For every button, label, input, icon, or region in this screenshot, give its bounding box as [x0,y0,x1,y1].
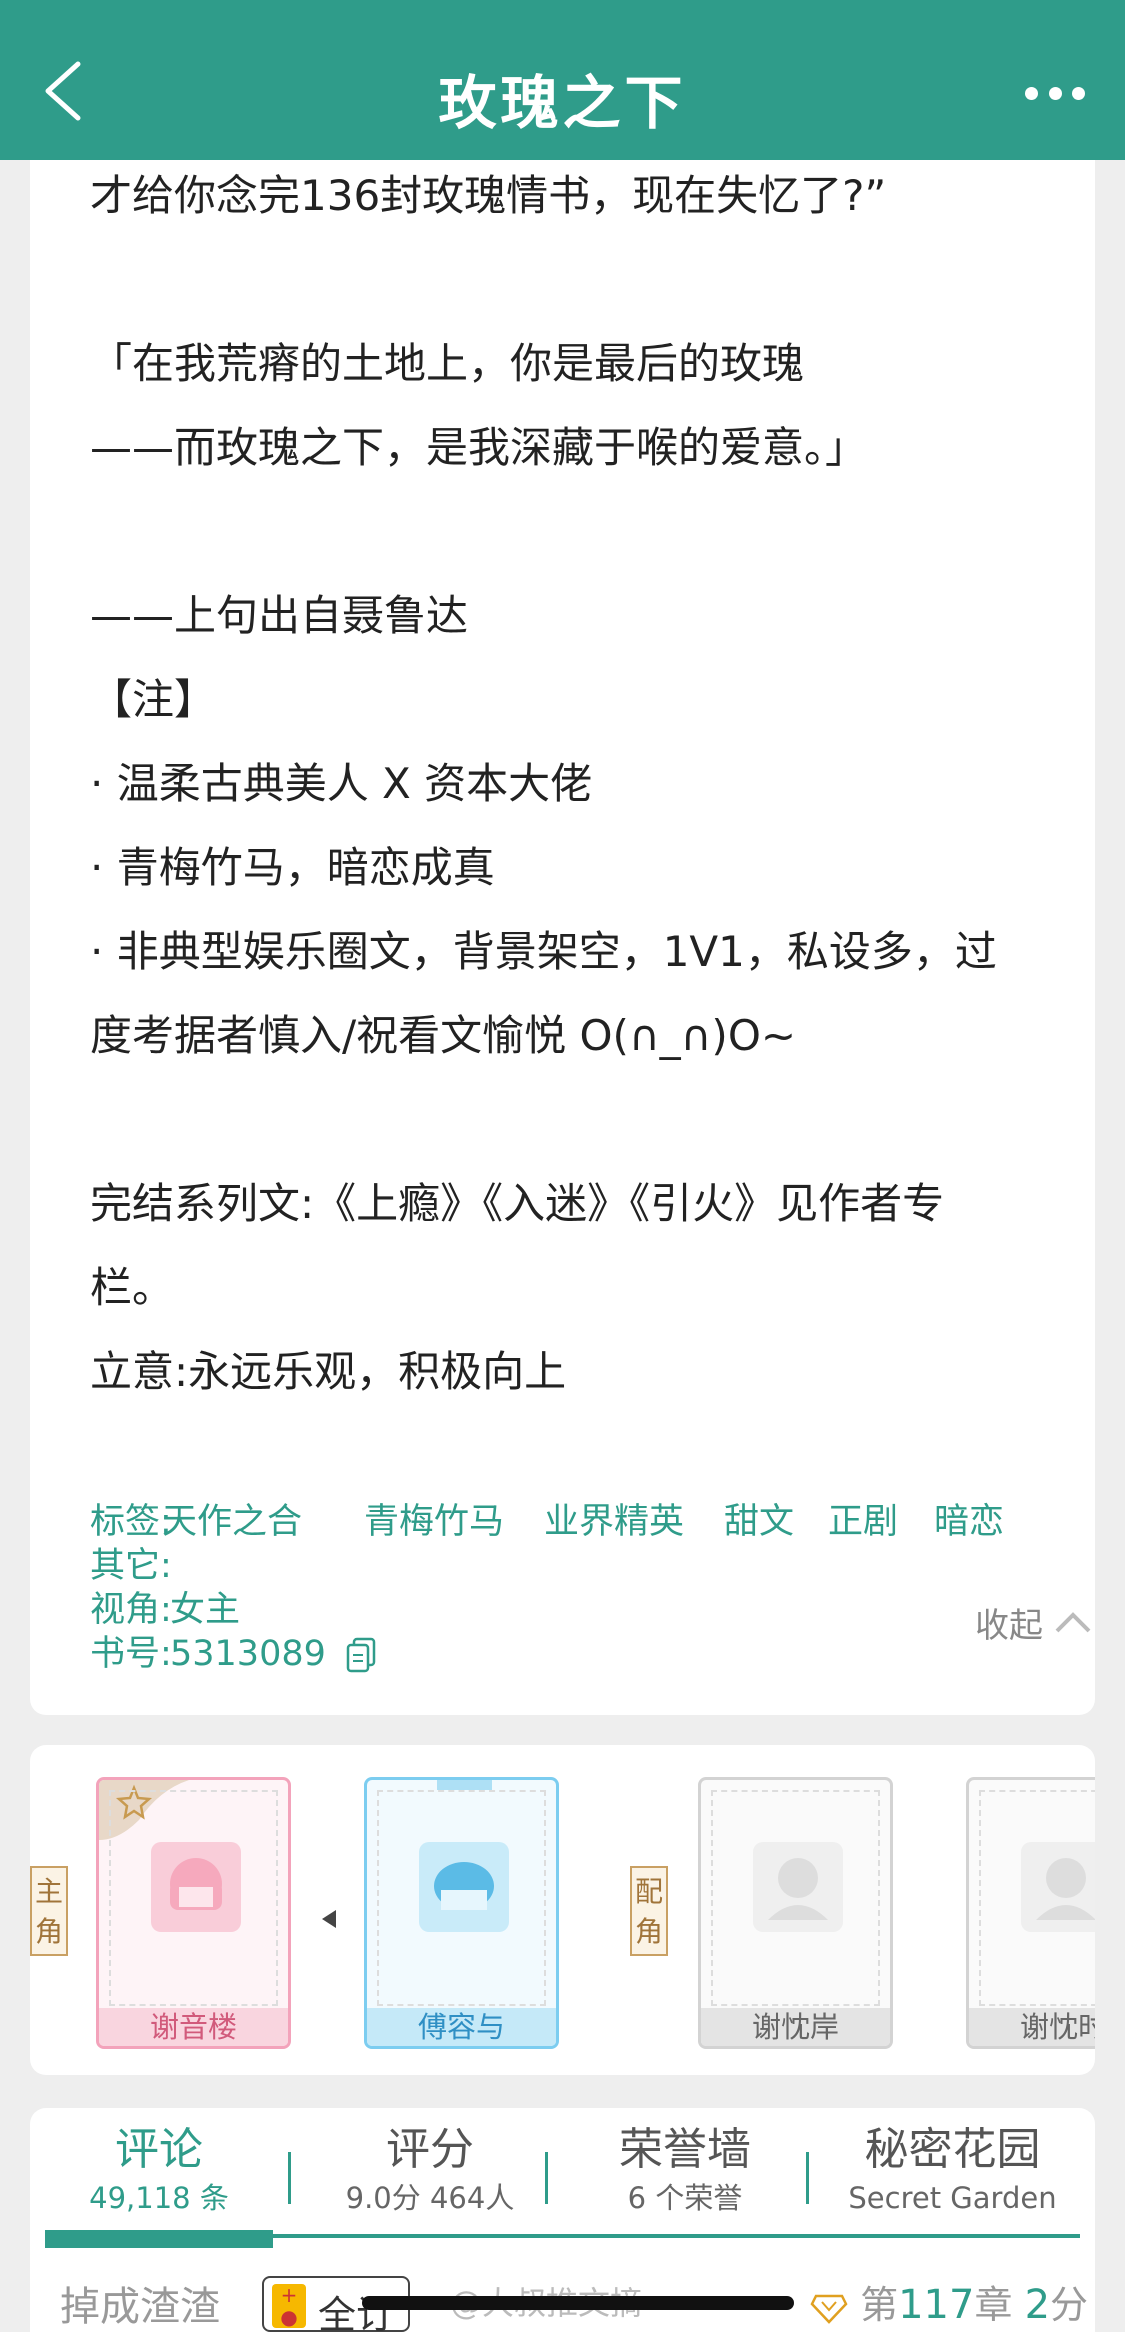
score-value: 2 [1024,2282,1051,2328]
tag-item[interactable]: 甜文 [724,1500,794,1544]
chapter-info: 第117章 2分 [810,2274,1088,2329]
character-name: 谢忱岸 [701,2008,890,2046]
description-line: 「在我荒瘠的土地上，你是最后的玫瑰 [90,339,805,388]
description-line: 立意:永远乐观，积极向上 [90,1347,567,1396]
copy-icon[interactable] [345,1637,377,1673]
other-label: 其它: [90,1546,172,1586]
book-id-label: 书号: [90,1634,172,1674]
character-card[interactable]: 谢音楼 [96,1777,291,2049]
tab-honor-wall[interactable]: 荣誉墙 6 个荣誉 [560,2122,810,2218]
tab-count: 6 个荣誉 [627,2181,743,2215]
description-line: 完结系列文:《上瘾》《入迷》《引火》见作者专 [90,1179,945,1228]
description-line: 栏。 [90,1263,175,1312]
character-name: 谢音楼 [99,2008,288,2046]
tags-label: 标签: [90,1502,172,1542]
nav-bar: 玫瑰之下 [0,0,1125,160]
chapter-suffix: 章 [974,2283,1013,2327]
pov-label: 视角: [90,1590,172,1630]
reviewer-name[interactable]: 掉成渣渣 [60,2274,220,2332]
description-line: · 青梅竹马，暗恋成真 [90,843,495,892]
collapse-label: 收起 [975,1605,1043,1646]
avatar [1021,1842,1095,1932]
description-line: 度考据者慎入/祝看文愉悦 O(∩_∩)O~ [90,1011,797,1060]
characters-card: 主角 谢音楼 傅容与 配角 谢忱岸 谢忱时 [30,1745,1095,2075]
supporting-role-label: 配角 [630,1866,668,1956]
chapter-prefix: 第 [860,2283,899,2327]
tag-item[interactable]: 正剧 [828,1500,898,1544]
tag-item[interactable]: 暗恋 [934,1500,1004,1544]
page-title: 玫瑰之下 [438,69,687,137]
description-line: 才给你念完136封玫瑰情书，现在失忆了?” [90,171,887,220]
comment-preview: 掉成渣渣 +● 全订 @大叔推文摘 第117章 2分 [30,2272,1095,2332]
chapter-number: 117 [898,2282,975,2328]
book-id: 5313089 [170,1632,377,1676]
description-line: ——而玫瑰之下，是我深藏于喉的爱意。」 [90,423,868,472]
tab-divider [545,2152,548,2204]
description-line: · 非典型娱乐圈文，背景架空，1V1，私设多，过 [90,927,997,976]
tag-item[interactable]: 青梅竹马 [364,1500,504,1544]
pov-value: 女主 [170,1590,241,1630]
avatar [419,1842,509,1932]
tab-divider [288,2152,291,2204]
home-indicator [362,2296,794,2310]
description-card: 才给你念完136封玫瑰情书，现在失忆了?” 「在我荒瘠的土地上，你是最后的玫瑰 … [30,160,1095,1715]
character-card[interactable]: 谢忱岸 [698,1777,893,2049]
tab-subtitle: Secret Garden [848,2181,1057,2215]
character-card[interactable]: 谢忱时 [966,1777,1095,2049]
tag-item[interactable]: 业界精英 [544,1500,684,1544]
chevron-up-icon [1055,1612,1091,1633]
tab-label: 秘密花园 [864,2124,1041,2175]
tab-label: 评分 [386,2124,474,2175]
main-role-label: 主角 [30,1866,68,1956]
avatar [753,1842,843,1932]
avatar [151,1842,241,1932]
tab-label: 荣誉墙 [619,2124,751,2175]
tab-divider [806,2152,809,2204]
description-line: · 温柔古典美人 X 资本大佬 [90,759,593,808]
character-name: 傅容与 [367,2008,556,2046]
arrow-left-icon [322,1910,336,1928]
tab-secret-garden[interactable]: 秘密花园 Secret Garden [820,2122,1085,2218]
collapse-button[interactable]: 收起 [975,1592,1093,1652]
tab-comments[interactable]: 评论 49,118 条 [45,2122,273,2218]
tab-count: 9.0分 464人 [345,2181,515,2215]
tab-count: 49,118 条 [89,2181,229,2215]
more-icon[interactable] [1025,78,1085,108]
description-line: ——上句出自聂鲁达 [90,591,469,640]
book-id-value: 5313089 [170,1634,326,1674]
tab-label: 评论 [115,2124,203,2175]
score-unit: 分 [1050,2283,1089,2327]
tab-indicator [45,2230,273,2248]
description-line: 【注】 [90,675,217,724]
diamond-icon [810,2294,848,2324]
character-name: 谢忱时 [969,2008,1095,2046]
tag-item[interactable]: 天作之合 [162,1500,302,1544]
medal-icon: + ● [272,2284,306,2328]
character-card[interactable]: 傅容与 [364,1777,559,2049]
tab-rating[interactable]: 评分 9.0分 464人 [305,2122,555,2218]
